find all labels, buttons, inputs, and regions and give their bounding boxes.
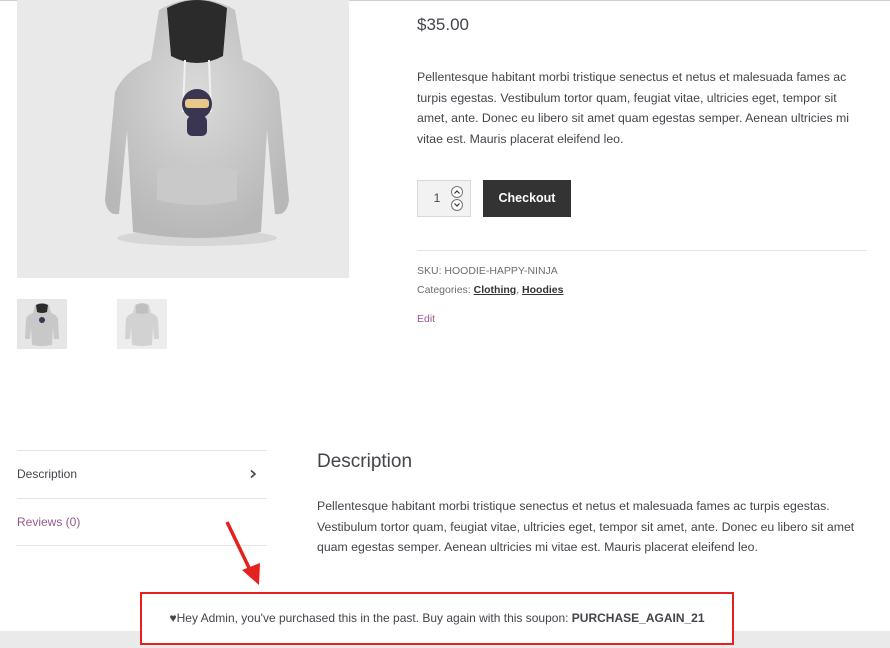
product-short-description: Pellentesque habitant morbi tristique se… [417,70,849,147]
heart-icon: ♥ [169,611,177,625]
purchase-again-notice: ♥Hey Admin, you've purchased this in the… [140,592,734,645]
hoodie-image-icon [105,0,289,246]
gallery-thumbnail-back[interactable] [117,299,167,349]
categories-label: Categories: [417,284,471,296]
hoodie-back-thumb-icon [125,303,159,346]
notice-message: Hey Admin, you've purchased this in the … [176,611,572,625]
categories-separator: , [516,284,520,296]
product-price: $35.00 [417,15,469,34]
edit-product-link[interactable]: Edit [417,313,435,325]
hoodie-ninja-thumb-icon [25,303,59,346]
quantity-increase-button[interactable] [451,186,463,198]
category-link-hoodies[interactable]: Hoodies [522,284,563,296]
annotation-arrow-icon [225,521,260,585]
product-meta-divider [417,250,867,251]
tab-reviews-label: Reviews (0) [17,515,81,529]
gallery-thumbnail-front[interactable] [17,299,67,349]
checkout-button[interactable]: Checkout [483,180,571,217]
chevron-up-icon [454,190,460,194]
coupon-code[interactable]: PURCHASE_AGAIN_21 [572,611,705,625]
notice-text: ♥Hey Admin, you've purchased this in the… [142,611,732,625]
chevron-right-icon [250,469,257,479]
tab-description[interactable]: Description [17,450,267,498]
quantity-decrease-button[interactable] [451,199,463,211]
description-heading: Description [317,451,413,472]
quantity-stepper[interactable]: 1 [417,180,471,217]
description-body: Pellentesque habitant morbi tristique se… [317,499,855,555]
product-sku: SKU: HOODIE-HAPPY-NINJA [417,265,558,277]
chevron-down-icon [454,203,460,207]
product-categories: Categories: Clothing, Hoodies [417,284,563,296]
category-link-clothing[interactable]: Clothing [474,284,517,296]
product-main-image[interactable] [17,0,349,278]
tab-description-label: Description [17,467,78,481]
